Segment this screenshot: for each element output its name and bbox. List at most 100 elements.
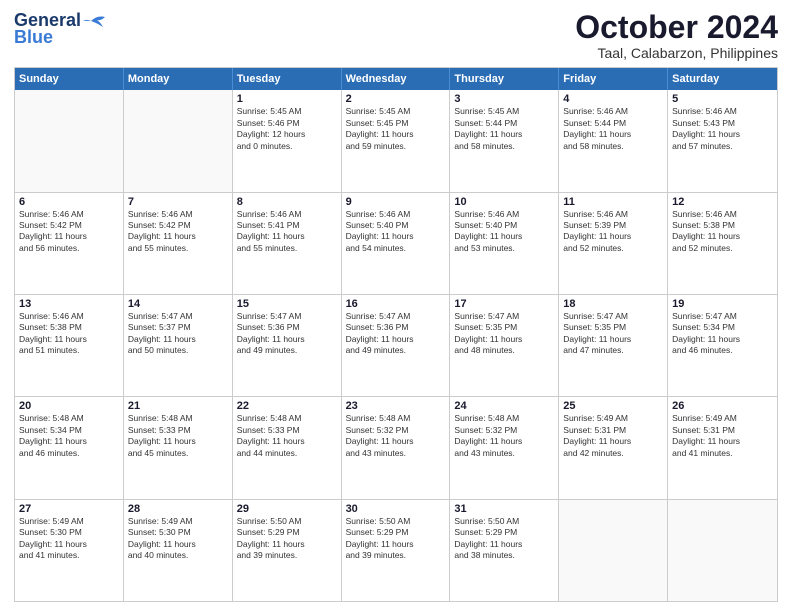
day-number: 25 bbox=[563, 400, 663, 412]
header-day-tuesday: Tuesday bbox=[233, 68, 342, 90]
day-number: 10 bbox=[454, 196, 554, 208]
day-details: Sunrise: 5:47 AM Sunset: 5:35 PM Dayligh… bbox=[454, 311, 554, 357]
calendar-cell: 16Sunrise: 5:47 AM Sunset: 5:36 PM Dayli… bbox=[342, 295, 451, 396]
calendar-cell: 2Sunrise: 5:45 AM Sunset: 5:45 PM Daylig… bbox=[342, 90, 451, 191]
calendar-cell: 26Sunrise: 5:49 AM Sunset: 5:31 PM Dayli… bbox=[668, 397, 777, 498]
day-details: Sunrise: 5:46 AM Sunset: 5:40 PM Dayligh… bbox=[454, 209, 554, 255]
day-details: Sunrise: 5:45 AM Sunset: 5:46 PM Dayligh… bbox=[237, 106, 337, 152]
header-day-friday: Friday bbox=[559, 68, 668, 90]
day-number: 9 bbox=[346, 196, 446, 208]
day-number: 19 bbox=[672, 298, 773, 310]
day-details: Sunrise: 5:49 AM Sunset: 5:30 PM Dayligh… bbox=[19, 516, 119, 562]
calendar-cell bbox=[559, 500, 668, 601]
day-details: Sunrise: 5:47 AM Sunset: 5:35 PM Dayligh… bbox=[563, 311, 663, 357]
calendar-cell: 6Sunrise: 5:46 AM Sunset: 5:42 PM Daylig… bbox=[15, 193, 124, 294]
calendar-cell: 24Sunrise: 5:48 AM Sunset: 5:32 PM Dayli… bbox=[450, 397, 559, 498]
calendar-week-2: 6 Sunrise: 5:46 AM Sunset: 5:42 PM Daylig… bbox=[15, 192, 777, 294]
title-section: October 2024 Taal, Calabarzon, Philippin… bbox=[575, 10, 778, 61]
day-details: Sunrise: 5:46 AM Sunset: 5:42 PM Dayligh… bbox=[128, 209, 228, 255]
calendar-cell: 1Sunrise: 5:45 AM Sunset: 5:46 PM Daylig… bbox=[233, 90, 342, 191]
day-number: 2 bbox=[346, 93, 446, 105]
calendar-cell: 8Sunrise: 5:46 AM Sunset: 5:41 PM Daylig… bbox=[233, 193, 342, 294]
day-details: Sunrise: 5:45 AM Sunset: 5:45 PM Dayligh… bbox=[346, 106, 446, 152]
calendar-cell: 28Sunrise: 5:49 AM Sunset: 5:30 PM Dayli… bbox=[124, 500, 233, 601]
day-details: Sunrise: 5:49 AM Sunset: 5:31 PM Dayligh… bbox=[672, 413, 773, 459]
header-day-saturday: Saturday bbox=[668, 68, 777, 90]
calendar-week-5: 27Sunrise: 5:49 AM Sunset: 5:30 PM Dayli… bbox=[15, 499, 777, 601]
calendar-cell: 23Sunrise: 5:48 AM Sunset: 5:32 PM Dayli… bbox=[342, 397, 451, 498]
day-number: 27 bbox=[19, 503, 119, 515]
day-details: Sunrise: 5:46 AM Sunset: 5:39 PM Dayligh… bbox=[563, 209, 663, 255]
day-details: Sunrise: 5:48 AM Sunset: 5:32 PM Dayligh… bbox=[454, 413, 554, 459]
calendar-cell: 7Sunrise: 5:46 AM Sunset: 5:42 PM Daylig… bbox=[124, 193, 233, 294]
day-number: 22 bbox=[237, 400, 337, 412]
day-number: 20 bbox=[19, 400, 119, 412]
day-details: Sunrise: 5:47 AM Sunset: 5:37 PM Dayligh… bbox=[128, 311, 228, 357]
calendar-cell: 14Sunrise: 5:47 AM Sunset: 5:37 PM Dayli… bbox=[124, 295, 233, 396]
month-title: October 2024 bbox=[575, 10, 778, 45]
logo-bird-icon bbox=[83, 13, 105, 29]
day-details: Sunrise: 5:47 AM Sunset: 5:36 PM Dayligh… bbox=[346, 311, 446, 357]
day-details: Sunrise: 5:45 AM Sunset: 5:44 PM Dayligh… bbox=[454, 106, 554, 152]
calendar-week-3: 13Sunrise: 5:46 AM Sunset: 5:38 PM Dayli… bbox=[15, 294, 777, 396]
calendar-cell: 10Sunrise: 5:46 AM Sunset: 5:40 PM Dayli… bbox=[450, 193, 559, 294]
calendar-week-4: 20Sunrise: 5:48 AM Sunset: 5:34 PM Dayli… bbox=[15, 396, 777, 498]
calendar-cell: 27Sunrise: 5:49 AM Sunset: 5:30 PM Dayli… bbox=[15, 500, 124, 601]
calendar-cell: 17Sunrise: 5:47 AM Sunset: 5:35 PM Dayli… bbox=[450, 295, 559, 396]
calendar-cell bbox=[124, 90, 233, 191]
day-details: Sunrise: 5:47 AM Sunset: 5:36 PM Dayligh… bbox=[237, 311, 337, 357]
day-number: 7 bbox=[128, 196, 228, 208]
header-day-monday: Monday bbox=[124, 68, 233, 90]
calendar-cell: 5Sunrise: 5:46 AM Sunset: 5:43 PM Daylig… bbox=[668, 90, 777, 191]
calendar-cell bbox=[15, 90, 124, 191]
day-number: 4 bbox=[563, 93, 663, 105]
calendar-cell: 21Sunrise: 5:48 AM Sunset: 5:33 PM Dayli… bbox=[124, 397, 233, 498]
day-details: Sunrise: 5:48 AM Sunset: 5:34 PM Dayligh… bbox=[19, 413, 119, 459]
calendar-cell: 30Sunrise: 5:50 AM Sunset: 5:29 PM Dayli… bbox=[342, 500, 451, 601]
calendar-body: 1Sunrise: 5:45 AM Sunset: 5:46 PM Daylig… bbox=[15, 90, 777, 601]
day-number: 30 bbox=[346, 503, 446, 515]
day-details: Sunrise: 5:46 AM Sunset: 5:43 PM Dayligh… bbox=[672, 106, 773, 152]
day-number: 1 bbox=[237, 93, 337, 105]
calendar-cell: 15Sunrise: 5:47 AM Sunset: 5:36 PM Dayli… bbox=[233, 295, 342, 396]
day-number: 23 bbox=[346, 400, 446, 412]
day-number: 18 bbox=[563, 298, 663, 310]
day-number: 11 bbox=[563, 196, 663, 208]
day-number: 6 bbox=[19, 196, 119, 208]
day-number: 24 bbox=[454, 400, 554, 412]
calendar-cell: 20Sunrise: 5:48 AM Sunset: 5:34 PM Dayli… bbox=[15, 397, 124, 498]
day-details: Sunrise: 5:48 AM Sunset: 5:33 PM Dayligh… bbox=[237, 413, 337, 459]
day-number: 26 bbox=[672, 400, 773, 412]
calendar-cell: 25Sunrise: 5:49 AM Sunset: 5:31 PM Dayli… bbox=[559, 397, 668, 498]
calendar-cell: 4Sunrise: 5:46 AM Sunset: 5:44 PM Daylig… bbox=[559, 90, 668, 191]
day-number: 3 bbox=[454, 93, 554, 105]
header-day-thursday: Thursday bbox=[450, 68, 559, 90]
calendar-week-1: 1Sunrise: 5:45 AM Sunset: 5:46 PM Daylig… bbox=[15, 90, 777, 191]
calendar-cell: 18Sunrise: 5:47 AM Sunset: 5:35 PM Dayli… bbox=[559, 295, 668, 396]
logo: General Blue bbox=[14, 10, 105, 48]
day-details: Sunrise: 5:50 AM Sunset: 5:29 PM Dayligh… bbox=[346, 516, 446, 562]
calendar-cell: 9Sunrise: 5:46 AM Sunset: 5:40 PM Daylig… bbox=[342, 193, 451, 294]
calendar-cell: 13Sunrise: 5:46 AM Sunset: 5:38 PM Dayli… bbox=[15, 295, 124, 396]
day-number: 13 bbox=[19, 298, 119, 310]
day-details: Sunrise: 5:48 AM Sunset: 5:33 PM Dayligh… bbox=[128, 413, 228, 459]
day-details: Sunrise: 5:49 AM Sunset: 5:31 PM Dayligh… bbox=[563, 413, 663, 459]
day-details: Sunrise: 5:49 AM Sunset: 5:30 PM Dayligh… bbox=[128, 516, 228, 562]
day-number: 14 bbox=[128, 298, 228, 310]
calendar-cell: 22Sunrise: 5:48 AM Sunset: 5:33 PM Dayli… bbox=[233, 397, 342, 498]
day-number: 31 bbox=[454, 503, 554, 515]
day-number: 15 bbox=[237, 298, 337, 310]
calendar-cell: 12Sunrise: 5:46 AM Sunset: 5:38 PM Dayli… bbox=[668, 193, 777, 294]
day-number: 17 bbox=[454, 298, 554, 310]
day-number: 12 bbox=[672, 196, 773, 208]
calendar-header: SundayMondayTuesdayWednesdayThursdayFrid… bbox=[15, 68, 777, 90]
calendar: SundayMondayTuesdayWednesdayThursdayFrid… bbox=[14, 67, 778, 602]
header-day-wednesday: Wednesday bbox=[342, 68, 451, 90]
calendar-cell bbox=[668, 500, 777, 601]
day-number: 28 bbox=[128, 503, 228, 515]
calendar-cell: 29Sunrise: 5:50 AM Sunset: 5:29 PM Dayli… bbox=[233, 500, 342, 601]
page-header: General Blue October 2024 Taal, Calabarz… bbox=[14, 10, 778, 61]
day-number: 21 bbox=[128, 400, 228, 412]
day-details: Sunrise: 5:46 AM Sunset: 5:38 PM Dayligh… bbox=[19, 311, 119, 357]
day-number: 16 bbox=[346, 298, 446, 310]
